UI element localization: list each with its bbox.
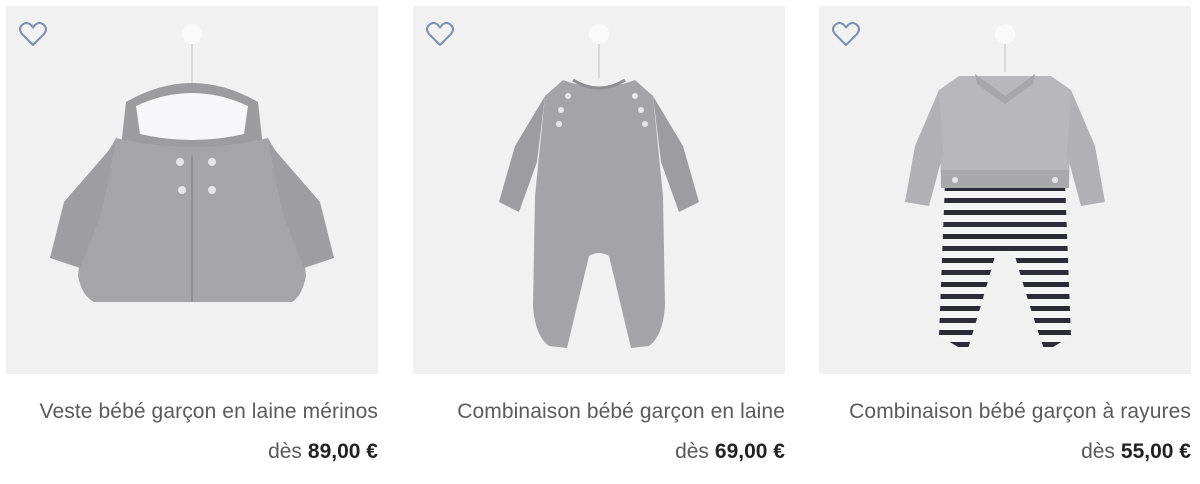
product-grid: Veste bébé garçon en laine mérinos dès 89…	[0, 0, 1200, 484]
product-card[interactable]: Combinaison bébé garçon en laine dès 69,0…	[413, 0, 785, 484]
product-price-line: dès 55,00 €	[1081, 440, 1191, 464]
price-prefix: dès	[1081, 440, 1115, 463]
product-price-line: dès 89,00 €	[268, 440, 378, 464]
product-price: 55,00 €	[1120, 440, 1191, 463]
product-name[interactable]: Combinaison bébé garçon en laine	[457, 400, 785, 424]
product-image-jacket[interactable]	[6, 6, 378, 374]
heart-outline-icon[interactable]	[831, 20, 861, 48]
product-card[interactable]: Veste bébé garçon en laine mérinos dès 89…	[6, 0, 378, 484]
product-price-line: dès 69,00 €	[675, 440, 785, 464]
product-name[interactable]: Veste bébé garçon en laine mérinos	[40, 400, 378, 424]
product-price: 89,00 €	[307, 440, 378, 463]
jumpsuit-illustration	[499, 24, 699, 348]
price-prefix: dès	[268, 440, 302, 463]
product-image-striped-jumpsuit[interactable]	[819, 6, 1191, 374]
striped-jumpsuit-illustration	[905, 24, 1105, 352]
product-card[interactable]: Combinaison bébé garçon à rayures dès 55,…	[819, 0, 1191, 484]
product-name[interactable]: Combinaison bébé garçon à rayures	[849, 400, 1191, 424]
heart-outline-icon[interactable]	[425, 20, 455, 48]
product-price: 69,00 €	[714, 440, 785, 463]
jacket-illustration	[50, 24, 334, 302]
price-prefix: dès	[675, 440, 709, 463]
product-image-jumpsuit[interactable]	[413, 6, 785, 374]
heart-outline-icon[interactable]	[18, 20, 48, 48]
